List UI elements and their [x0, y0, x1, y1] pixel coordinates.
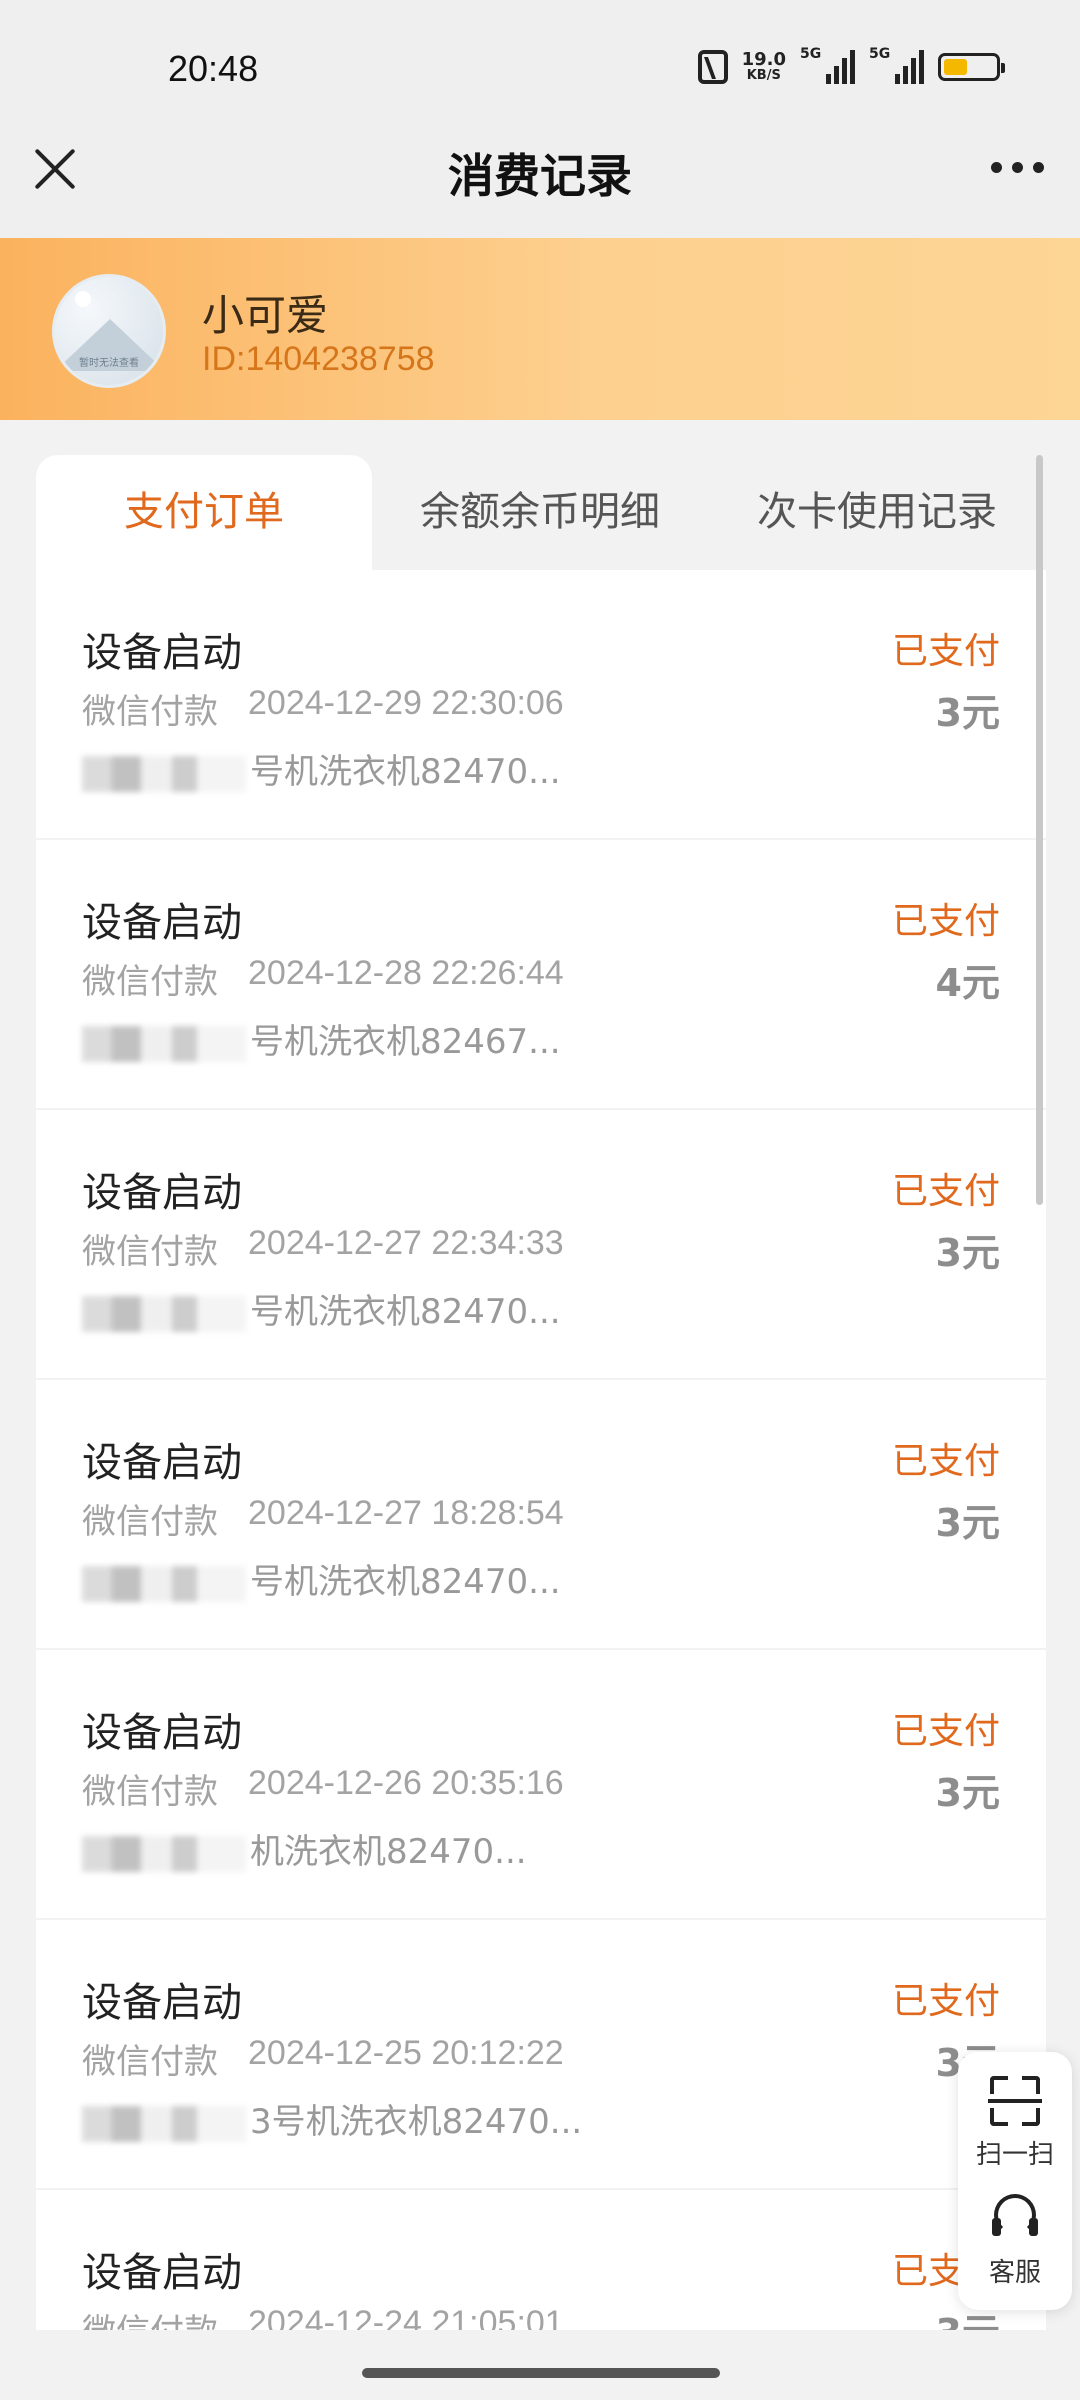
- order-title: 设备启动: [82, 2250, 242, 2296]
- order-title: 设备启动: [82, 1440, 242, 1486]
- avatar[interactable]: 暂时无法查看: [52, 274, 166, 388]
- order-device-text: 3号机洗衣机82470...: [250, 2102, 583, 2142]
- avatar-caption: 暂时无法查看: [79, 358, 139, 369]
- page-title: 消费记录: [448, 149, 632, 203]
- order-status: 已支付: [891, 1171, 1000, 1212]
- headset-icon: [988, 2192, 1042, 2246]
- order-datetime: 2024-12-26 20:35:16: [248, 1764, 564, 1802]
- order-status: 已支付: [891, 1441, 1000, 1482]
- battery-level: [944, 59, 967, 75]
- order-row[interactable]: 设备启动已支付微信付款2024-12-24 21:05:013元: [36, 2190, 1046, 2330]
- order-amount: 4元: [935, 961, 1000, 1005]
- order-device: 号机洗衣机82470...: [82, 1284, 561, 1333]
- order-device-text: 号机洗衣机82470...: [250, 1292, 561, 1332]
- order-device-text: 号机洗衣机82470...: [250, 1562, 561, 1602]
- order-device-text: 机洗衣机82470...: [250, 1832, 527, 1872]
- order-pay-method: 微信付款: [82, 1772, 218, 1812]
- signal-icon-2: 5G: [869, 46, 924, 84]
- order-status: 已支付: [891, 631, 1000, 672]
- more-icon[interactable]: [991, 162, 1044, 173]
- redacted-text: [82, 1835, 246, 1872]
- order-pay-method: 微信付款: [82, 962, 218, 1002]
- order-datetime: 2024-12-24 21:05:01: [248, 2304, 564, 2330]
- order-pay-method: 微信付款: [82, 692, 218, 732]
- order-status: 已支付: [891, 1981, 1000, 2022]
- order-amount: 3元: [935, 1231, 1000, 1275]
- redacted-text: [82, 1295, 246, 1332]
- order-row[interactable]: 设备启动已支付微信付款2024-12-25 20:12:223元3号机洗衣机82…: [36, 1920, 1046, 2190]
- scrollbar[interactable]: [1036, 455, 1043, 1205]
- scan-icon: [988, 2074, 1042, 2128]
- order-pay-method: 微信付款: [82, 1502, 218, 1542]
- nfc-icon: [697, 50, 728, 84]
- service-label: 客服: [988, 2258, 1041, 2288]
- order-row[interactable]: 设备启动 已支付微信付款 2024-12-29 22:30:06 3元号机洗衣机824…: [36, 570, 1046, 840]
- order-datetime: 2024-12-27 18:28:54: [248, 1494, 564, 1532]
- redacted-text: [82, 1025, 246, 1062]
- float-panel: 扫一扫 客服: [958, 2052, 1072, 2310]
- redacted-text: [82, 1565, 246, 1602]
- order-pay-method: 微信付款: [82, 1232, 218, 1272]
- orders-card: 支付订单 余额余币明细 次卡使用记录 设备启动 已支付 微信付款 2024-12-29…: [36, 455, 1046, 2330]
- order-title: 设备启动: [82, 630, 242, 676]
- order-title: 设备启动: [82, 1980, 242, 2026]
- scan-label: 扫一扫: [975, 2140, 1054, 2170]
- signal-label: 5G: [800, 46, 822, 62]
- order-status: 已支付: [891, 1711, 1000, 1752]
- battery-icon: [938, 53, 1005, 81]
- order-datetime: 2024-12-28 22:26:44: [248, 954, 564, 992]
- home-indicator[interactable]: [362, 2368, 720, 2378]
- profile-header: 暂时无法查看 小可爱 ID:1404238758: [0, 238, 1080, 420]
- status-time: 20:48: [168, 48, 259, 89]
- order-device: 3号机洗衣机82470...: [82, 2094, 582, 2143]
- redacted-text: [82, 755, 246, 792]
- order-row[interactable]: 设备启动 已支付微信付款 2024-12-28 22:26:44 4元号机洗衣机824…: [36, 840, 1046, 1110]
- order-datetime: 2024-12-25 20:12:22: [248, 2034, 564, 2072]
- order-title: 设备启动: [82, 1710, 242, 1756]
- profile-id: ID:1404238758: [202, 340, 435, 378]
- order-row[interactable]: 设备启动 已支付微信付款 2024-12-26 20:35:16 3元机洗衣机8247…: [36, 1650, 1046, 1920]
- order-datetime: 2024-12-29 22:30:06: [248, 684, 564, 722]
- order-amount: 3元: [935, 1771, 1000, 1815]
- tab-balance-details[interactable]: 余额余币明细: [372, 455, 708, 570]
- tab-card-usage[interactable]: 次卡使用记录: [708, 455, 1046, 570]
- order-device: 号机洗衣机82470...: [82, 744, 561, 793]
- order-title: 设备启动: [82, 900, 242, 946]
- order-datetime: 2024-12-27 22:34:33: [248, 1224, 564, 1262]
- net-speed-unit: KB/S: [746, 68, 781, 83]
- net-speed-value: 19.0: [741, 49, 786, 70]
- order-pay-method: 微信付款: [82, 2304, 218, 2330]
- order-amount: 3元: [935, 1501, 1000, 1545]
- order-device-text: 号机洗衣机82467...: [250, 1022, 561, 1062]
- profile-name: 小可爱: [202, 291, 329, 340]
- customer-service-button[interactable]: 客服: [958, 2192, 1072, 2289]
- order-status: 已支付: [891, 901, 1000, 942]
- order-device-text: 号机洗衣机82470...: [250, 752, 561, 792]
- redacted-text: [82, 2105, 246, 2142]
- order-row[interactable]: 设备启动 已支付微信付款 2024-12-27 22:34:33 3元号机洗衣机824…: [36, 1110, 1046, 1380]
- order-pay-method: 微信付款: [82, 2042, 218, 2082]
- order-title: 设备启动: [82, 1170, 242, 1216]
- signal-icon: 5G: [800, 46, 855, 84]
- net-speed: 19.0 KB/S: [742, 51, 786, 83]
- signal-label-2: 5G: [869, 46, 891, 62]
- order-device: 号机洗衣机82470...: [82, 1554, 561, 1603]
- status-icons: 19.0 KB/S 5G 5G: [697, 46, 1005, 84]
- tab-payment-orders[interactable]: 支付订单: [36, 455, 372, 570]
- order-device: 号机洗衣机82467...: [82, 1014, 561, 1063]
- order-device: 机洗衣机82470...: [82, 1824, 527, 1873]
- scan-button[interactable]: 扫一扫: [958, 2074, 1072, 2171]
- order-list: 设备启动 已支付 微信付款 2024-12-29 22:30:06 3元 号机洗衣机824…: [36, 570, 1046, 2330]
- order-row[interactable]: 设备启动 已支付微信付款 2024-12-27 18:28:54 3元号机洗衣机824…: [36, 1380, 1046, 1650]
- top-nav: 消费记录: [0, 100, 1080, 238]
- tab-bar: 支付订单 余额余币明细 次卡使用记录: [36, 455, 1046, 570]
- order-amount: 3元: [935, 691, 1000, 735]
